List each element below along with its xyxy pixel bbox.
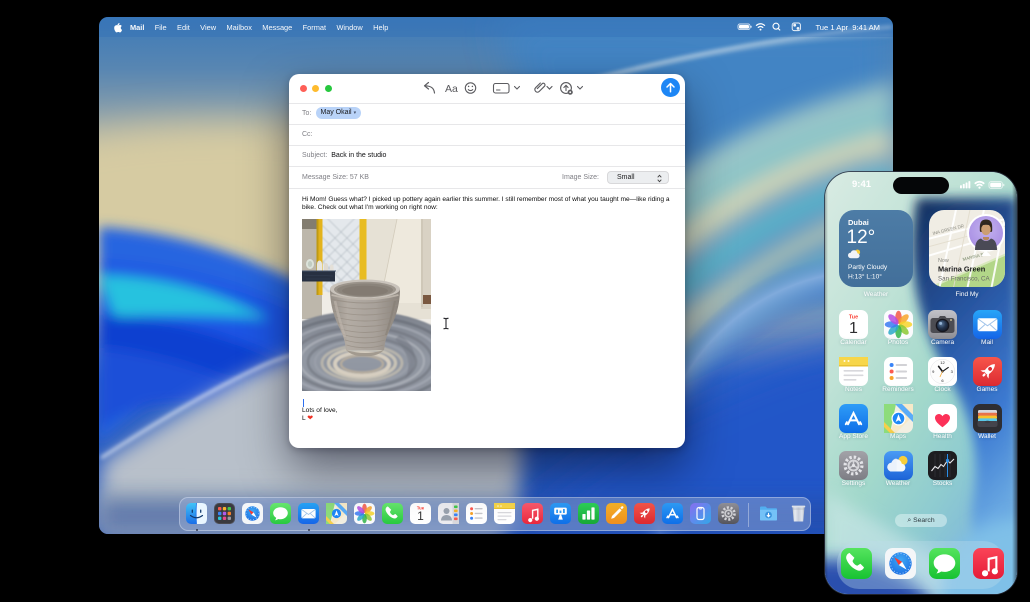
svg-text:1: 1	[417, 508, 424, 522]
svg-text:Aa: Aa	[445, 83, 458, 95]
svg-text:1: 1	[849, 320, 858, 337]
svg-text:Now: Now	[938, 258, 949, 264]
svg-text:Partly Cloudy: Partly Cloudy	[848, 264, 888, 271]
svg-text:Marina Green: Marina Green	[938, 265, 986, 274]
svg-text:H:13° L:10°: H:13° L:10°	[848, 273, 882, 281]
svg-text:San Francisco, CA: San Francisco, CA	[938, 276, 990, 283]
svg-text:12: 12	[940, 359, 945, 364]
svg-text:Dubai: Dubai	[848, 218, 869, 227]
svg-text:12°: 12°	[847, 227, 876, 248]
